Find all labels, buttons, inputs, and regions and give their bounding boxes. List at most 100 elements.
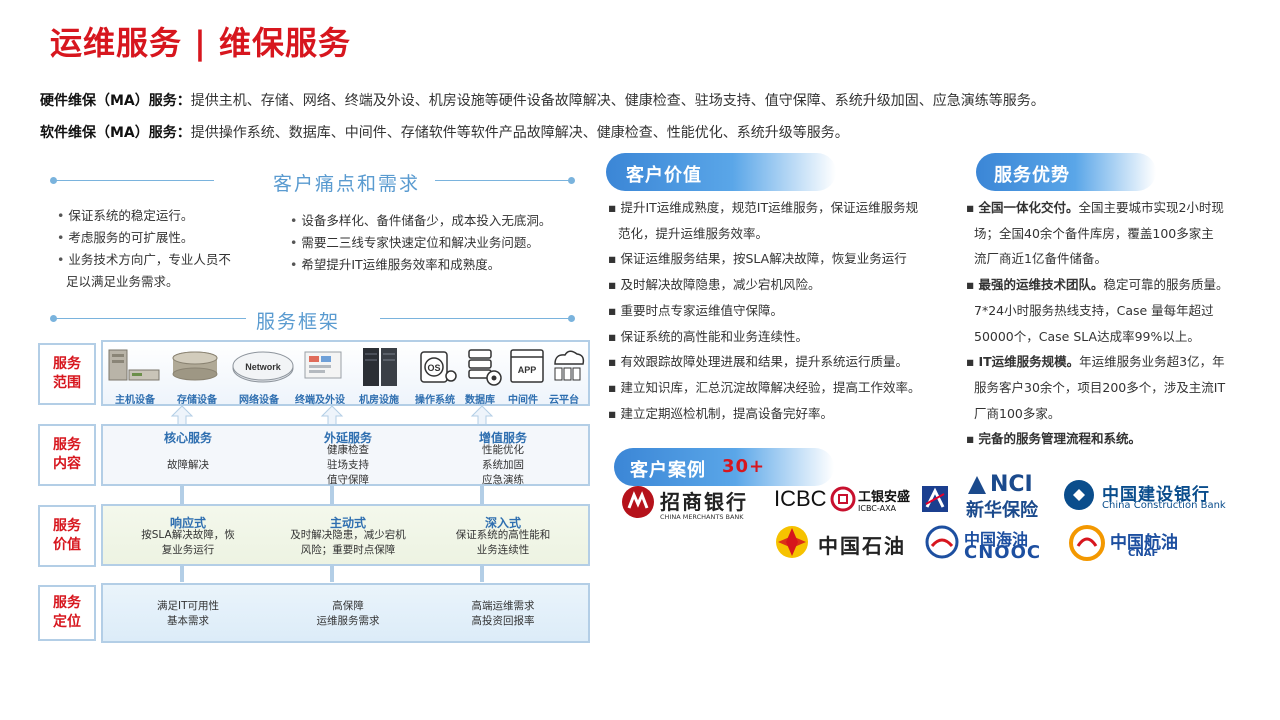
cases-count: 30+	[722, 456, 766, 477]
list-item: ▪ 最强的运维技术团队。稳定可靠的服务质量。	[966, 277, 1229, 293]
server-rack-icon	[353, 346, 409, 388]
scope-label-host: 主机设备	[115, 395, 155, 406]
cmb-logo-icon	[622, 486, 654, 518]
position-premium-lines: 高端运维需求 高投资回报率	[471, 600, 535, 627]
middleware-app-icon: APP	[507, 346, 547, 388]
scope-row: Network OS APP 主机设备 存储设备 网络设备 终端及外设 机房设施…	[101, 340, 590, 406]
list-item: 范化，提升运维服务效率。	[618, 225, 769, 241]
list-item: ▪ IT运维服务规模。年运维服务业务超3亿，年	[966, 354, 1225, 370]
connector-arrows-2	[180, 566, 484, 582]
framework-section-title: 服务框架	[50, 307, 575, 333]
icbc-axa-cn: 工银安盛	[858, 490, 911, 505]
list-item: • 设备多样化、备件储备少，成本投入无底洞。	[290, 213, 552, 228]
cnaf-logo-icon	[1069, 525, 1105, 561]
value-section-header: 客户价值	[606, 153, 836, 191]
position-basic-lines: 满足IT可用性 基本需求	[156, 600, 219, 627]
list-item: ▪ 保证运维服务结果，按SLA解决故障，恢复业务运行	[608, 251, 907, 267]
ccb-logo-icon	[1064, 480, 1094, 510]
page-title: 运维服务 | 维保服务	[50, 24, 351, 62]
server-host-icon	[105, 346, 161, 388]
axa-logo-icon	[922, 486, 948, 512]
row-label-position: 服务 定位	[38, 585, 96, 641]
value-deep-lines: 保证系统的高性能和 业务连续性	[455, 529, 551, 556]
content-core-line: 故障解决	[167, 459, 209, 471]
nci-name: NCI	[990, 472, 1033, 497]
connector-arrows-1	[180, 486, 484, 504]
list-item: 流厂商近1亿备件储备。	[974, 251, 1107, 267]
icbc-axa-en: ICBC-AXA	[858, 504, 897, 513]
value-responsive-lines: 按SLA解决故障，恢 复业务运行	[141, 529, 235, 556]
icbc-name: ICBC	[774, 486, 827, 511]
terminal-icon	[297, 346, 353, 388]
list-item: ▪ 完备的服务管理流程和系统。	[966, 431, 1141, 447]
cnooc-logo-icon	[925, 525, 959, 559]
database-icon	[463, 346, 505, 388]
list-item: 50000个，Case SLA达成率99%以上。	[974, 328, 1200, 344]
row-label-value: 服务 价值	[38, 505, 96, 567]
value-row: 响应式 按SLA解决故障，恢 复业务运行 主动式 及时解决隐患，减少宕机 风险；重要…	[101, 504, 590, 566]
logo-ccb: 中国建设银行 China Construction Bank	[1062, 478, 1234, 518]
list-item: 7*24小时服务热线支持，Case 量每年超过	[974, 302, 1214, 318]
list-item: ▪ 全国一体化交付。全国主要城市实现2小时现	[966, 200, 1224, 215]
content-row: 核心服务 故障解决 外延服务 健康检查 驻场支持 值守保障 增值服务 性能优化 系统加…	[101, 424, 590, 486]
list-item: • 希望提升IT运维服务效率和成熟度。	[290, 257, 501, 272]
pain-left-list: • 保证系统的稳定运行。 • 考虑服务的可扩展性。 • 业务技术方向广，专业人员不 足…	[57, 205, 231, 293]
value-proactive-lines: 及时解决隐患，减少宕机 风险；重要时点保障	[290, 529, 406, 556]
list-item: • 需要二三线专家快速定位和解决业务问题。	[290, 235, 539, 250]
pain-right-list: • 设备多样化、备件储备少，成本投入无底洞。 • 需要二三线专家快速定位和解决业务问…	[290, 210, 551, 276]
logo-cnaf: 中国航油 CNAF	[1068, 524, 1198, 564]
intro-software: 软件维保（MA）服务：提供操作系统、数据库、中间件、存储软件等软件产品故障解决、…	[40, 122, 849, 142]
logo-cmb: 招商银行 CHINA MERCHANTS BANK	[620, 484, 770, 524]
cases-title-text: 客户案例	[630, 460, 706, 481]
petrochina-logo-icon	[776, 526, 808, 558]
content-ext-lines: 健康检查 驻场支持 值守保障	[327, 444, 369, 486]
nci-cn: 新华保险	[966, 500, 1038, 521]
intro-software-label: 软件维保（MA）服务：	[40, 125, 191, 141]
network-icon: Network	[231, 346, 295, 388]
intro-hardware-text: 提供主机、存储、网络、终端及外设、机房设施等硬件设备故障解决、健康检查、驻场支持…	[190, 93, 1045, 109]
logo-petrochina: 中国石油	[774, 524, 914, 564]
list-item: 服务客户30余个，项目200多个，涉及主流IT	[974, 379, 1226, 395]
intro-hardware-label: 硬件维保（MA）服务：	[40, 93, 191, 109]
advantage-section-header: 服务优势	[976, 153, 1156, 191]
petrochina-name: 中国石油	[818, 534, 906, 558]
storage-disk-icon	[167, 346, 223, 388]
list-item: ▪ 有效跟踪故障处理进展和结果，提升系统运行质量。	[608, 354, 908, 370]
cmb-sub: CHINA MERCHANTS BANK	[660, 513, 744, 521]
list-item: ▪ 及时解决故障隐患，减少宕机风险。	[608, 277, 821, 293]
position-high-lines: 高保障 运维服务需求	[316, 600, 380, 627]
cnaf-sub: CNAF	[1128, 548, 1159, 559]
list-item: 场；全国40余个备件库房，覆盖100多家主	[974, 225, 1214, 241]
cases-section-header: 客户案例 30+	[614, 448, 834, 486]
list-item: • 业务技术方向广，专业人员不	[57, 252, 231, 267]
network-badge-text: Network	[245, 362, 282, 372]
framework-title-text: 服务框架	[256, 311, 341, 333]
content-core-head: 核心服务	[163, 431, 212, 445]
list-item: ▪ 保证系统的高性能和业务连续性。	[608, 328, 808, 344]
logo-nci: NCI 新华保险	[966, 472, 1056, 521]
cmb-name: 招商银行	[660, 490, 748, 514]
intro-hardware: 硬件维保（MA）服务：提供主机、存储、网络、终端及外设、机房设施等硬件设备故障解…	[40, 90, 1045, 110]
list-item: ▪ 建立知识库，汇总沉淀故障解决经验，提高工作效率。	[608, 379, 921, 395]
list-item: ▪ 重要时点专家运维值守保障。	[608, 302, 783, 318]
logo-cnooc: 中国海油 CNOOC	[924, 524, 1064, 564]
row-label-scope: 服务 范围	[38, 343, 96, 405]
logo-icbc-axa: ICBC 工银安盛 ICBC-AXA	[774, 484, 950, 524]
scope-label-cloud: 云平台	[549, 395, 579, 406]
ccb-sub: China Construction Bank	[1102, 500, 1226, 511]
os-badge-text: OS	[427, 363, 440, 373]
cnooc-sub: CNOOC	[964, 542, 1042, 563]
app-badge-text: APP	[518, 365, 537, 375]
up-arrows	[170, 405, 494, 426]
intro-software-text: 提供操作系统、数据库、中间件、存储软件等软件产品故障解决、健康检查、性能优化、系…	[190, 125, 849, 141]
nci-logo-icon	[968, 476, 986, 494]
pain-title-text: 客户痛点和需求	[273, 173, 421, 195]
value-list: ▪ 提升IT运维成熟度，规范IT运维服务，保证运维服务规 范化，提升运维服务效率…	[608, 195, 920, 426]
os-icon: OS	[413, 346, 459, 388]
icbc-logo-icon	[830, 486, 856, 512]
list-item: ▪ 建立定期巡检机制，提高设备完好率。	[608, 405, 833, 421]
list-item: ▪ 提升IT运维成熟度，规范IT运维服务，保证运维服务规	[608, 200, 919, 215]
advantage-list: ▪ 全国一体化交付。全国主要城市实现2小时现 场；全国40余个备件库房，覆盖10…	[966, 195, 1228, 452]
pain-section-title: 客户痛点和需求	[50, 169, 575, 195]
cloud-platform-icon	[547, 346, 587, 388]
